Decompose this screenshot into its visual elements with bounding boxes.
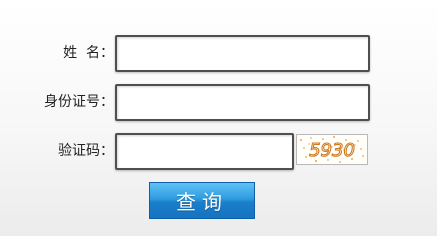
captcha-input[interactable] xyxy=(115,133,294,170)
name-input[interactable] xyxy=(115,35,370,72)
captcha-text: 5930 xyxy=(309,140,355,161)
id-number-input[interactable] xyxy=(115,84,370,121)
id-number-label: 身份证号： xyxy=(44,94,114,110)
captcha-label: 验证码： xyxy=(58,143,114,159)
query-button[interactable]: 查询 xyxy=(149,182,255,219)
name-label: 姓 名： xyxy=(63,45,114,61)
captcha-noise: 5930 xyxy=(300,136,364,163)
captcha-image[interactable]: 5930 xyxy=(296,134,368,165)
